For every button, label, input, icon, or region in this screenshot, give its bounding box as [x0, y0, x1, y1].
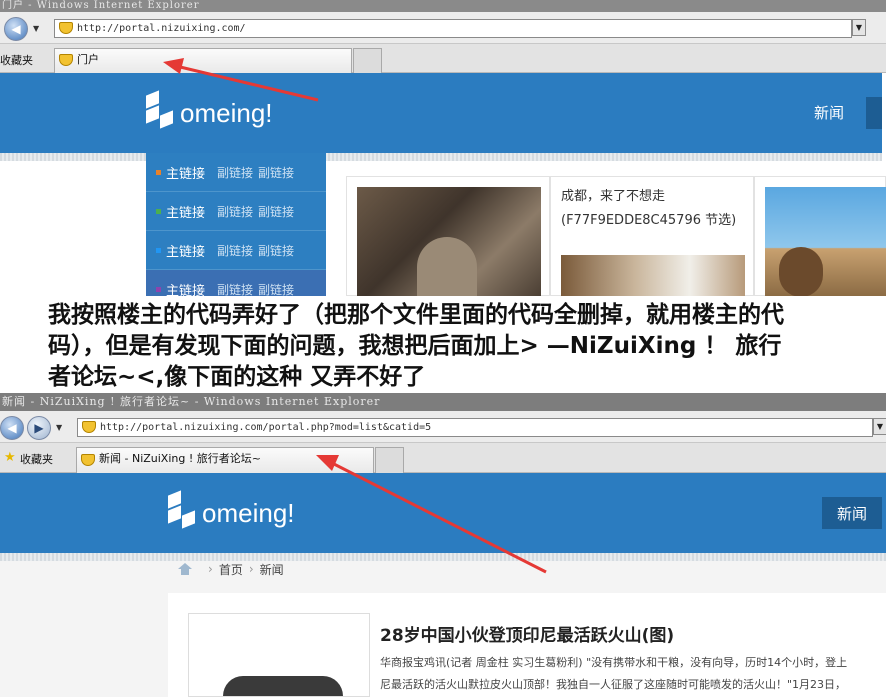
tiki-mask-shape [779, 247, 823, 297]
article-thumbnail[interactable] [561, 255, 745, 297]
stone-stele-shape [417, 237, 477, 297]
back-button[interactable]: ◀ [0, 416, 24, 440]
favorites-label[interactable]: 收藏夹 [20, 451, 53, 467]
site-header-top: omeing! 新闻 [0, 73, 882, 153]
address-dropdown-button[interactable]: ▼ [873, 418, 886, 435]
nav-item-news[interactable]: 新闻 [814, 102, 844, 123]
address-field[interactable]: http://portal.nizuixing.com/portal.php?m… [77, 418, 873, 437]
ie-address-toolbar-top: ◀ ▼ http://portal.nizuixing.com/ ▼ [0, 12, 886, 44]
menu-row[interactable]: 主链接 副链接 副链接 [146, 192, 326, 231]
breadcrumb-item[interactable]: 新闻 [260, 561, 284, 578]
ie-address-toolbar-bottom: ◀ ▶ ▼ http://portal.nizuixing.com/portal… [0, 411, 886, 443]
tab-favicon-icon [81, 454, 95, 466]
address-dropdown-button[interactable]: ▼ [852, 19, 866, 36]
article-image[interactable] [765, 187, 886, 297]
article-card-right[interactable] [754, 176, 886, 297]
menu-main-link[interactable]: 主链接 [166, 202, 205, 221]
article-panel: 28岁中国小伙登顶印尼最活跃火山(图) 华商报宝鸡讯(记者 周金柱 实习生葛粉利… [168, 593, 886, 697]
menu-sub-link[interactable]: 副链接 [258, 203, 294, 220]
content-area-top: 成都，来了不想走 (F77F9EDDE8C45796 节选) [346, 176, 886, 297]
article-headline[interactable]: 28岁中国小伙登顶印尼最活跃火山(图) [380, 621, 674, 646]
window-title: 门户 - Windows Internet Explorer [2, 0, 200, 11]
ie-tab-bar-top: 收藏夹 门户 [0, 44, 886, 73]
article-title[interactable]: 成都，来了不想走 [561, 185, 665, 209]
tab-label: 新闻 - NiZuiXing ! 旅行者论坛~ [99, 452, 261, 465]
logo-mark-icon [168, 490, 200, 533]
tab-label: 门户 [77, 53, 99, 66]
ie-title-bar-bottom: 新闻 - NiZuiXing ! 旅行者论坛~ - Windows Intern… [0, 393, 886, 411]
header-texture-stripe [0, 153, 882, 161]
site-logo[interactable]: omeing! [168, 490, 295, 533]
back-button[interactable]: ◀ [4, 17, 28, 41]
menu-sub-link[interactable]: 副链接 [217, 203, 253, 220]
nav-item-active-edge[interactable] [866, 97, 882, 129]
menu-sub-link[interactable]: 副链接 [217, 242, 253, 259]
tab-favicon-icon [59, 54, 73, 66]
article-image[interactable] [357, 187, 541, 297]
menu-row[interactable]: 主链接 副链接 副链接 [146, 153, 326, 192]
content-area-bottom: › 首页 › 新闻 28岁中国小伙登顶印尼最活跃火山(图) 华商报宝鸡讯(记者 … [0, 561, 886, 697]
menu-row[interactable]: 主链接 副链接 副链接 [146, 231, 326, 270]
question-text-block: 我按照楼主的代码弄好了（把那个文件里面的代码全删掉，就用楼主的代 码），但是有发… [0, 296, 886, 395]
menu-sub-link[interactable]: 副链接 [258, 164, 294, 181]
menu-main-link[interactable]: 主链接 [166, 163, 205, 182]
window-title: 新闻 - NiZuiXing ! 旅行者论坛~ - Windows Intern… [2, 395, 381, 408]
article-card-left[interactable] [346, 176, 550, 297]
question-line: 者论坛~<,像下面的这种 又弄不好了 [48, 364, 426, 390]
menu-sub-link[interactable]: 副链接 [258, 242, 294, 259]
photo-subject-shape [223, 676, 343, 696]
back-arrow-icon: ◀ [7, 421, 17, 435]
menu-main-link[interactable]: 主链接 [166, 241, 205, 260]
history-dropdown-icon[interactable]: ▼ [56, 423, 62, 432]
nav-item-news[interactable]: 新闻 [822, 497, 882, 529]
back-arrow-icon: ◀ [11, 22, 21, 36]
logo-text: omeing! [180, 97, 273, 128]
side-menu: 主链接 副链接 副链接 主链接 副链接 副链接 主链接 副链接 副链接 主链接 … [146, 153, 326, 309]
new-tab-button[interactable] [353, 48, 382, 73]
forward-button[interactable]: ▶ [27, 416, 51, 440]
logo-mark-icon [146, 90, 178, 133]
tab-news[interactable]: 新闻 - NiZuiXing ! 旅行者论坛~ [76, 447, 374, 473]
menu-bullet-icon [156, 247, 161, 253]
breadcrumb-item[interactable]: 首页 [219, 561, 243, 578]
site-header-bottom: omeing! 新闻 [0, 473, 886, 553]
ie-title-bar-top: 门户 - Windows Internet Explorer [0, 0, 886, 12]
breadcrumb: › 首页 › 新闻 [178, 561, 284, 577]
new-tab-button[interactable] [375, 447, 404, 473]
question-line: 码），但是有发现下面的问题，我想把后面加上> —NiZuiXing ！ 旅行 [48, 333, 782, 359]
home-icon[interactable] [178, 563, 192, 575]
menu-bullet-icon [156, 169, 161, 175]
page-favicon-icon [82, 421, 96, 433]
menu-bullet-icon [156, 287, 161, 292]
address-text: http://portal.nizuixing.com/ [77, 23, 246, 34]
article-title[interactable]: (F77F9EDDE8C45796 节选) [561, 209, 736, 233]
favorites-label[interactable]: 收藏夹 [0, 52, 33, 68]
header-texture-stripe [0, 553, 886, 561]
article-photo[interactable] [188, 613, 370, 697]
article-summary: 华商报宝鸡讯(记者 周金柱 实习生葛粉利) "没有携带水和干粮，没有向导，历时1… [380, 656, 848, 669]
menu-sub-link[interactable]: 副链接 [217, 164, 253, 181]
address-text: http://portal.nizuixing.com/portal.php?m… [100, 422, 432, 433]
ie-tab-bar-bottom: ★ 收藏夹 新闻 - NiZuiXing ! 旅行者论坛~ [0, 443, 886, 473]
menu-bullet-icon [156, 208, 161, 214]
logo-text: omeing! [202, 497, 295, 528]
forward-arrow-icon: ▶ [34, 421, 44, 435]
question-line: 我按照楼主的代码弄好了（把那个文件里面的代码全删掉，就用楼主的代 [48, 302, 784, 328]
address-field[interactable]: http://portal.nizuixing.com/ [54, 19, 852, 38]
history-dropdown-icon[interactable]: ▼ [33, 24, 39, 33]
article-card-middle[interactable]: 成都，来了不想走 (F77F9EDDE8C45796 节选) [550, 176, 754, 297]
site-logo[interactable]: omeing! [146, 90, 273, 133]
favorites-star-icon[interactable]: ★ [4, 450, 16, 465]
article-summary: 尼最活跃的活火山默拉皮火山顶部！我独自一人征服了这座随时可能喷发的活火山！"1月… [380, 678, 847, 691]
tab-portal[interactable]: 门户 [54, 48, 352, 73]
page-favicon-icon [59, 22, 73, 34]
